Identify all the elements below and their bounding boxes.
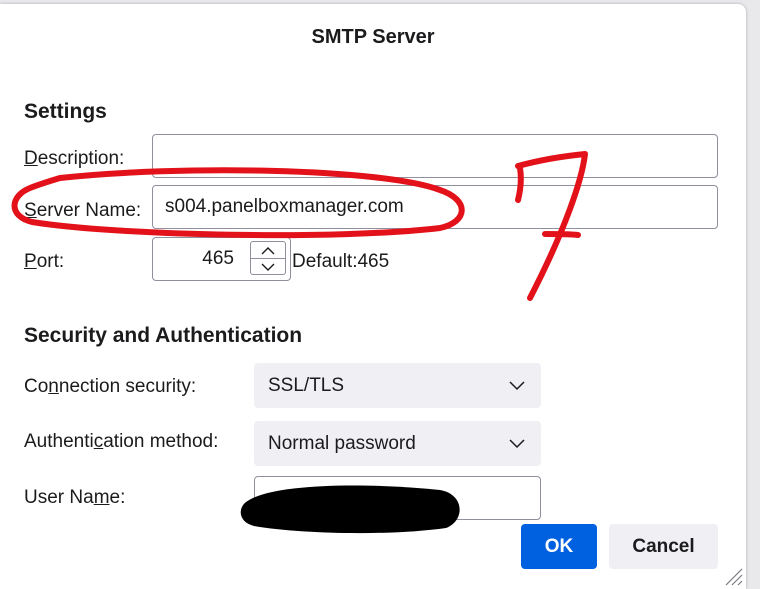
chevron-down-icon <box>509 433 525 455</box>
port-label: Port: <box>24 251 65 272</box>
smtp-server-dialog: SMTP Server Settings Description: Server… <box>0 4 746 589</box>
server-name-input[interactable]: s004.panelboxmanager.com <box>152 185 718 229</box>
spinner-up-icon[interactable] <box>251 242 285 258</box>
redaction-mark <box>240 485 460 534</box>
security-heading: Security and Authentication <box>24 324 303 347</box>
description-label: Description: <box>24 148 125 169</box>
spinner-down-icon[interactable] <box>251 258 285 275</box>
user-name-label: User Name: <box>24 487 126 508</box>
cancel-button[interactable]: Cancel <box>609 524 718 569</box>
connection-security-value: SSL/TLS <box>268 374 345 396</box>
chevron-down-icon <box>509 375 525 397</box>
settings-heading: Settings <box>24 100 107 123</box>
auth-method-value: Normal password <box>268 432 416 454</box>
connection-security-select[interactable]: SSL/TLS <box>254 363 541 408</box>
auth-method-label: Authentication method: <box>24 431 219 452</box>
dialog-title: SMTP Server <box>311 26 435 48</box>
ok-button[interactable]: OK <box>521 524 597 569</box>
port-spinner[interactable] <box>250 241 286 275</box>
connection-security-label: Connection security: <box>24 376 197 397</box>
resize-grip-icon[interactable] <box>722 565 744 587</box>
auth-method-select[interactable]: Normal password <box>254 421 541 466</box>
port-default-text: Default:465 <box>292 251 390 272</box>
description-input[interactable] <box>152 134 718 178</box>
server-name-label: Server Name: <box>24 200 142 221</box>
